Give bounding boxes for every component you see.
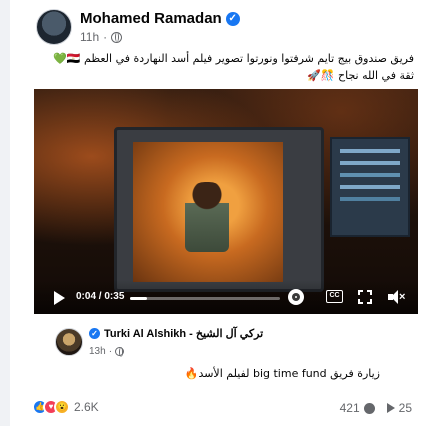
post-text-line-1: فريق صندوق بيج تايم شرفتوا ونورتوا تصوير… [53,52,414,65]
post-meta: 11h · [80,30,123,44]
shared-author-name[interactable]: Turki Al Alshikh - تركي آل الشيخ [104,327,263,340]
shared-text: زيارة فريق big time fund لفيلم الأسد🔥 [184,367,380,380]
video-progress-fill [130,297,147,300]
video-time: 0:04 / 0:35 [76,291,125,302]
reaction-count: 2.6K [74,400,99,414]
shared-post[interactable]: ✓ Turki Al Alshikh - تركي آل الشيخ 13h ·… [41,319,410,391]
video-progress-bar[interactable] [130,297,280,300]
engagement-stats: 421 25 [340,401,412,415]
shared-author-row: ✓ Turki Al Alshikh - تركي آل الشيخ [89,327,263,340]
author-avatar[interactable] [36,9,72,45]
play-icon[interactable] [54,291,65,305]
post-text: فريق صندوق بيج تايم شرفتوا ونورتوا تصوير… [34,50,414,84]
verified-badge-icon: ✓ [225,11,240,26]
shared-time[interactable]: 13h [89,346,106,357]
cc-icon[interactable]: CC [326,290,343,303]
video-player[interactable]: 0:04 / 0:35 CC × [34,89,418,314]
shared-meta: 13h · [89,346,125,357]
share-icon [386,403,395,413]
author-name[interactable]: Mohamed Ramadan [80,10,222,27]
gear-icon[interactable] [288,289,304,305]
reactions-summary[interactable]: 👍 ♥ 😮 2.6K [32,399,99,415]
post-footer: 👍 ♥ 😮 2.6K 421 25 [10,395,422,419]
current-time: 0:04 [76,291,97,302]
post-time[interactable]: 11h [80,30,99,44]
video-controls: 0:04 / 0:35 CC × [34,280,418,314]
wow-reaction-icon: 😮 [54,399,70,415]
verified-badge-icon: ✓ [89,328,100,339]
volume-muted-icon[interactable]: × [388,290,406,304]
comment-count[interactable]: 421 [340,401,360,415]
shared-author-avatar[interactable] [55,328,83,356]
author-name-row: Mohamed Ramadan ✓ [80,10,240,27]
comment-icon [363,402,375,414]
share-count[interactable]: 25 [399,401,412,415]
globe-icon [115,347,125,357]
fullscreen-icon[interactable] [358,290,372,304]
post-text-line-2: ثقة في الله نجاح 🎊🚀 [307,69,414,82]
globe-icon [111,31,123,43]
video-side-monitor-image [330,137,410,237]
video-monitor-image [114,127,324,292]
post-card: Mohamed Ramadan ✓ 11h · فريق صندوق بيج ت… [10,0,422,426]
duration: 0:35 [104,291,125,302]
actor-figure [185,182,229,252]
